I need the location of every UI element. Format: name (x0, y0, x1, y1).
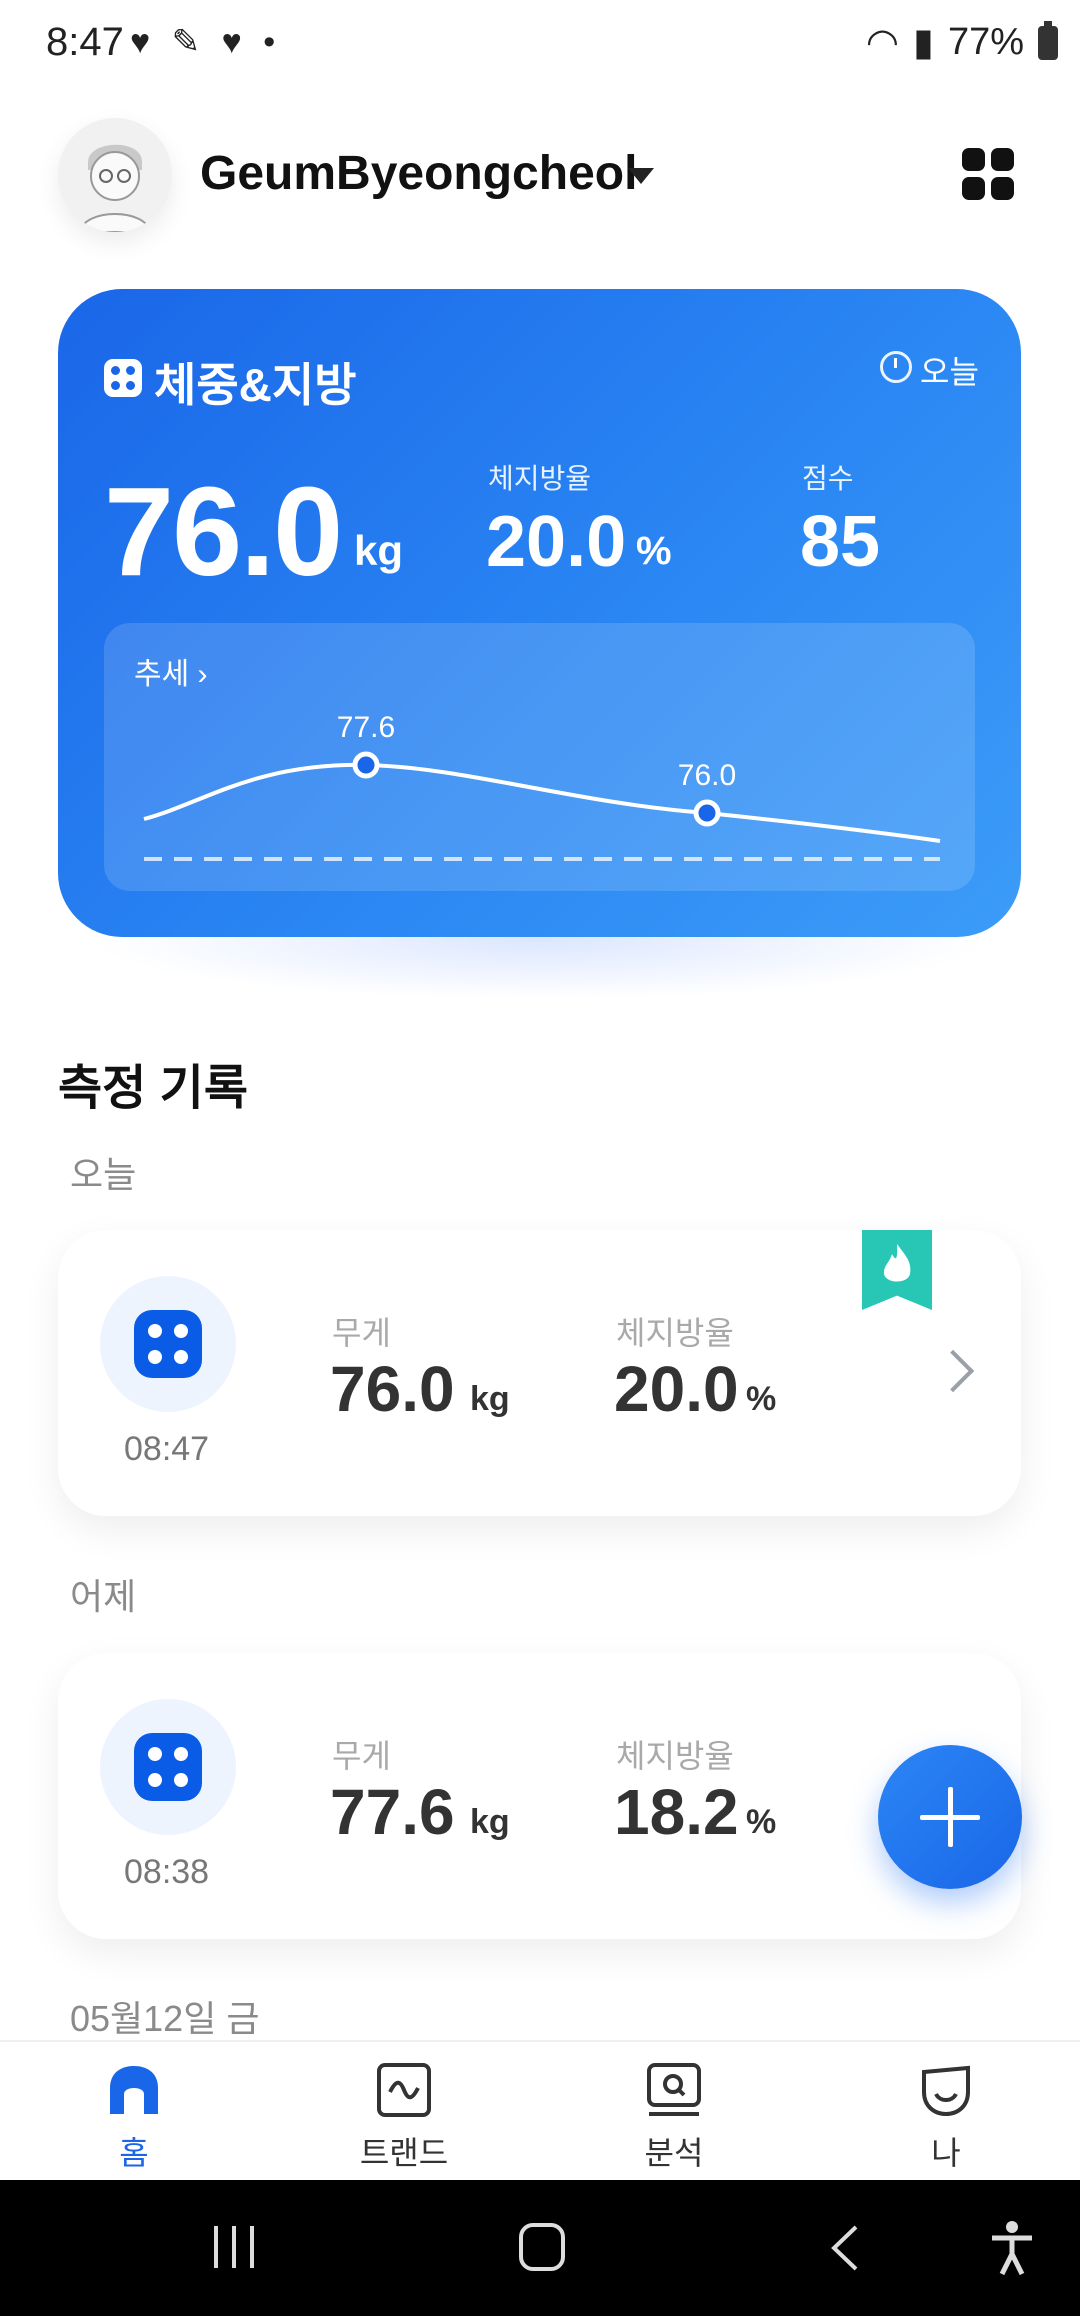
summary-card[interactable]: 체중&지방 오늘 76.0 kg 체지방율 20.0 % 점수 85 추세 › … (58, 289, 1021, 937)
signal-icon: ▮ (913, 22, 934, 64)
system-nav-bar (0, 2180, 1080, 2316)
nav-trend-label: 트랜드 (359, 2135, 449, 2171)
nav-me-label: 나 (931, 2135, 961, 2171)
apps-grid-icon[interactable] (962, 148, 1014, 200)
score-value: 85 (800, 502, 881, 582)
records-title: 측정 기록 (58, 1062, 248, 1115)
trend-point-1-label: 77.6 (337, 711, 395, 744)
notification-icons: ♥ ✎ ♥ • (130, 23, 282, 61)
score-label: 점수 (802, 463, 854, 494)
record-time: 08:47 (124, 1430, 210, 1468)
flame-bookmark-icon (862, 1230, 932, 1310)
fat-label: 체지방율 (616, 1315, 734, 1351)
card-title: 체중&지방 (154, 359, 357, 411)
wifi-icon: ◠ (865, 22, 900, 64)
home-icon (106, 2062, 162, 2118)
body-fat-value: 20.0 (486, 502, 627, 582)
trend-point-2 (693, 799, 721, 827)
nav-trend[interactable]: 트랜드 (314, 2062, 494, 2174)
avatar-illustration (58, 118, 172, 232)
analysis-icon (646, 2062, 702, 2118)
weight-value: 77.6 (330, 1776, 455, 1848)
current-weight: 76.0 (104, 461, 343, 602)
battery-percent: 77% (947, 21, 1024, 63)
fat-unit: % (746, 1803, 777, 1841)
bottom-nav: 홈 트랜드 분석 나 (0, 2040, 1080, 2182)
trend-point-1 (352, 751, 380, 779)
avatar[interactable] (58, 118, 172, 232)
body-fat-unit: % (636, 529, 672, 573)
trend-panel[interactable]: 추세 › 77.6 76.0 (104, 623, 975, 891)
chevron-right-icon[interactable] (931, 1349, 975, 1393)
nav-home-label: 홈 (119, 2135, 149, 2171)
chevron-down-icon[interactable] (628, 168, 654, 184)
trend-point-2-label: 76.0 (678, 759, 736, 792)
trend-sparkline: 77.6 76.0 (143, 711, 941, 861)
status-indicators: ◠ ▮ 77% (866, 20, 1058, 65)
back-icon[interactable] (828, 2224, 862, 2272)
scale-logo-icon (104, 359, 142, 397)
flame-icon (883, 1244, 911, 1282)
weight-label: 무게 (332, 1315, 391, 1351)
weight-unit: kg (354, 527, 404, 574)
record-card-yesterday[interactable]: 08:38 무게 77.6 kg 체지방율 18.2 % (58, 1653, 1021, 1939)
scale-icon-bg (100, 1276, 236, 1412)
nav-analysis[interactable]: 분석 (584, 2062, 764, 2174)
period-label[interactable]: 오늘 (920, 347, 979, 393)
fat-value: 20.0 (614, 1353, 739, 1425)
fat-label: 체지방율 (616, 1738, 734, 1774)
scale-icon (134, 1733, 202, 1801)
profile-icon (918, 2062, 974, 2118)
weight-value: 76.0 (330, 1353, 455, 1425)
scale-icon (134, 1310, 202, 1378)
trend-icon (376, 2062, 432, 2118)
battery-icon (1038, 20, 1058, 60)
home-system-icon[interactable] (518, 2222, 566, 2272)
day-label-yesterday: 어제 (70, 1576, 137, 1617)
record-card-today[interactable]: 08:47 무게 76.0 kg 체지방율 20.0 % (58, 1230, 1021, 1516)
accessibility-icon[interactable] (990, 2220, 1034, 2276)
clock-icon (880, 351, 912, 383)
trend-line (143, 762, 941, 843)
weight-unit: kg (470, 1380, 510, 1418)
day-label-today: 오늘 (70, 1154, 137, 1195)
nav-home[interactable]: 홈 (44, 2062, 224, 2174)
add-record-button[interactable] (878, 1745, 1022, 1889)
scale-icon-bg (100, 1699, 236, 1835)
record-time: 08:38 (124, 1853, 210, 1891)
fat-unit: % (746, 1380, 777, 1418)
fat-value: 18.2 (614, 1776, 739, 1848)
status-time: 8:47 (46, 20, 124, 64)
weight-label: 무게 (332, 1738, 391, 1774)
day-label-next: 05월12일 금 (70, 1998, 260, 2039)
status-bar: 8:47 ♥ ✎ ♥ • ◠ ▮ 77% (0, 0, 1080, 90)
nav-analysis-label: 분석 (644, 2135, 704, 2171)
weight-unit: kg (470, 1803, 510, 1841)
body-fat-label: 체지방율 (488, 463, 592, 494)
recents-icon[interactable] (210, 2224, 260, 2270)
nav-me[interactable]: 나 (856, 2062, 1036, 2174)
username[interactable]: GeumByeongcheol (200, 146, 637, 201)
